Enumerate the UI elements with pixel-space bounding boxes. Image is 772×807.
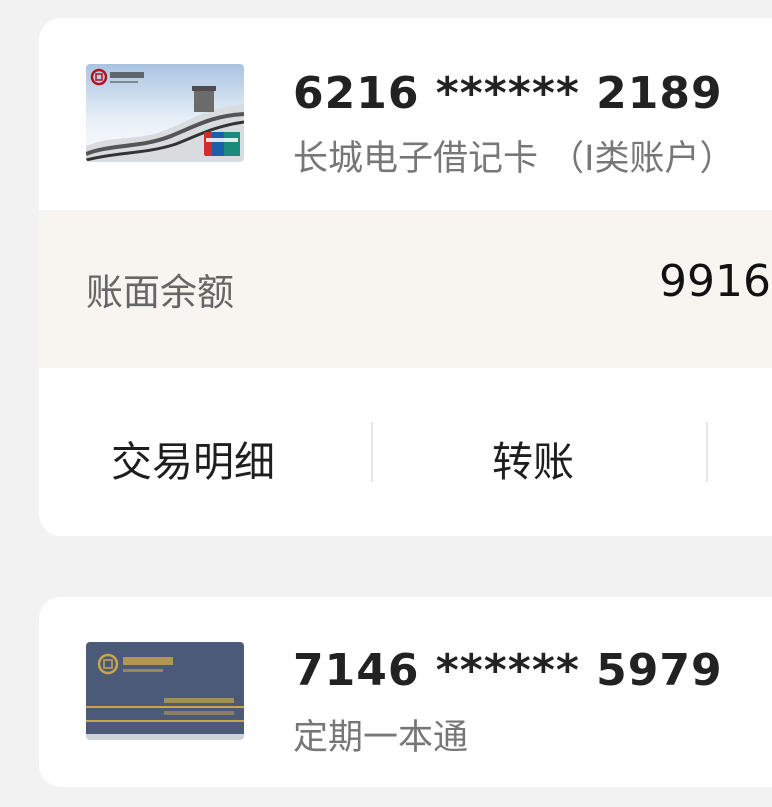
account-card[interactable]: 7146 ****** 5979 定期一本通 — [39, 597, 772, 787]
divider — [371, 422, 373, 482]
balance-section: 账面余额 99163 — [39, 210, 772, 368]
account-type: 定期一本通 — [293, 718, 469, 758]
passbook-image — [86, 642, 244, 740]
debit-card-image — [86, 64, 244, 162]
balance-value: 99163 — [659, 256, 772, 307]
balance-label: 账面余额 — [86, 271, 234, 314]
account-card[interactable]: 6216 ****** 2189 长城电子借记卡 （I类账户） 账面余额 991… — [39, 18, 772, 536]
transaction-details-button[interactable]: 交易明细 — [111, 428, 275, 488]
transfer-button[interactable]: 转账 — [492, 428, 574, 488]
account-type: 长城电子借记卡 （I类账户） — [293, 139, 735, 179]
account-number: 6216 ****** 2189 — [293, 68, 723, 119]
account-number: 7146 ****** 5979 — [293, 645, 723, 696]
divider — [706, 422, 708, 482]
